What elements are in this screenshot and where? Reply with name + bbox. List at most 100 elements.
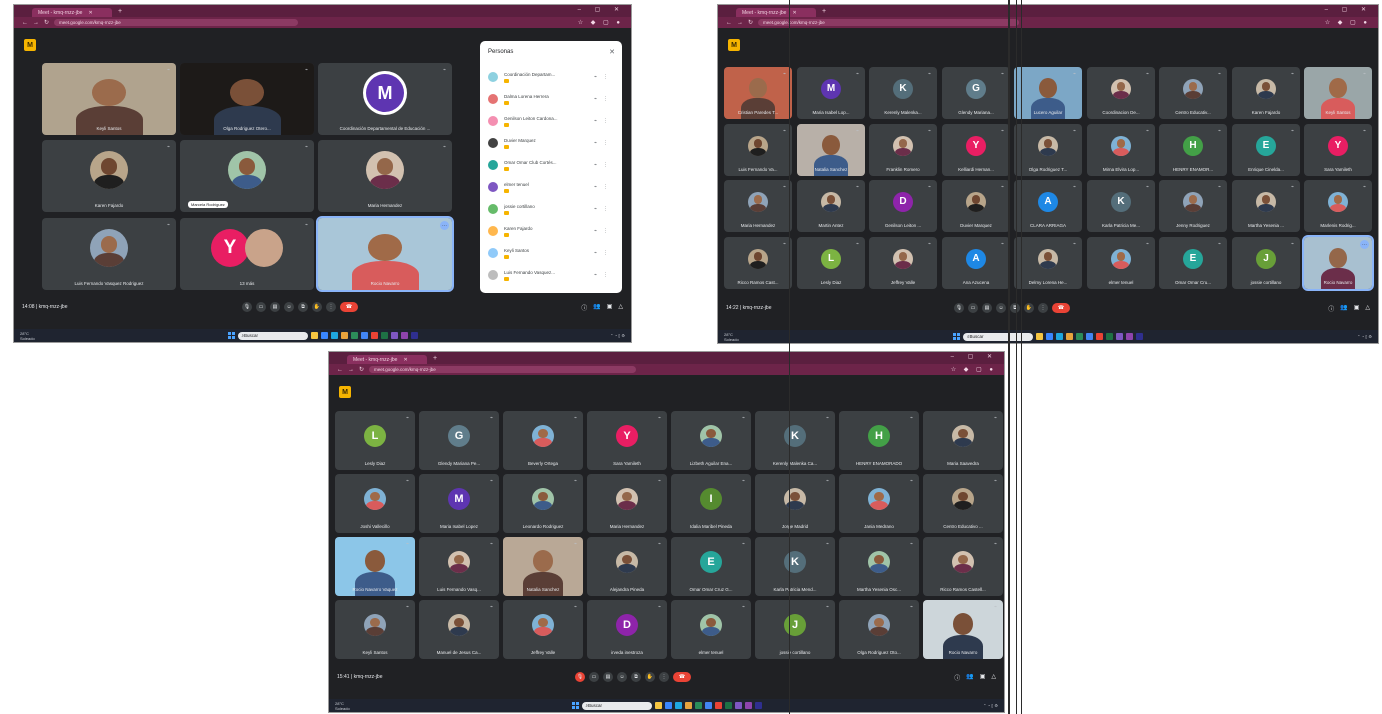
participant-tile[interactable]: ⌁ Maria Hernandez	[724, 180, 792, 232]
new-tab-button[interactable]: +	[822, 8, 826, 15]
file-explorer-icon[interactable]	[1036, 333, 1043, 340]
extension-icons[interactable]: ☆ ◆ ▢ ●	[951, 366, 996, 373]
new-tab-button[interactable]: +	[433, 355, 437, 362]
system-tray[interactable]: ⌃ ◔ ▯ ⚙	[1357, 334, 1372, 339]
chrome-icon[interactable]	[704, 702, 712, 709]
people-icon[interactable]: 👥	[966, 673, 973, 682]
participant-tile[interactable]: ⌁ Maria Hernandez	[587, 474, 667, 533]
person-actions-icon[interactable]: ⌁⋮	[594, 272, 614, 278]
chat-icon[interactable]: ▣	[1354, 304, 1360, 313]
emoji-icon[interactable]: ☺	[617, 672, 627, 682]
participant-tile[interactable]: ⌁ Jeffrey Valle	[503, 600, 583, 659]
more-options-icon[interactable]: ⋯	[1360, 240, 1369, 249]
person-list-item[interactable]: Coordinación Departam... ⌁⋮	[488, 67, 614, 87]
person-list-item[interactable]: elmer tenuel ⌁⋮	[488, 177, 614, 197]
captions-icon[interactable]: ▤	[270, 302, 280, 312]
person-actions-icon[interactable]: ⌁⋮	[594, 228, 614, 234]
file-explorer-icon[interactable]	[310, 332, 318, 339]
participant-tile[interactable]: ⌁ Martha Yesenia ...	[1232, 180, 1300, 232]
leave-call-button[interactable]: ☎	[673, 672, 691, 682]
person-list-item[interactable]: Karen Fajardo ⌁⋮	[488, 221, 614, 241]
participant-tile[interactable]: ⌁ Martin Antez	[797, 180, 865, 232]
more-options-icon[interactable]: ⋮	[326, 302, 336, 312]
person-list-item[interactable]: jossie cortillano ⌁⋮	[488, 199, 614, 219]
participant-tile[interactable]: ⌁ Delmy Lorena He...	[1014, 237, 1082, 289]
reload-icon[interactable]: ↻	[748, 19, 753, 26]
weather-widget[interactable]: 28°C Soleado	[724, 332, 739, 342]
person-actions-icon[interactable]: ⌁⋮	[594, 184, 614, 190]
participant-tile[interactable]: ⌁ Rocio Navarro Vaquez	[335, 537, 415, 596]
participant-tile[interactable]: ⌁ Manuel de Jesus Ca...	[419, 600, 499, 659]
browser-tab[interactable]: Meet - kmq-rnzz-jbe ✕	[347, 355, 427, 364]
windows-start-icon[interactable]	[953, 333, 960, 340]
raise-hand-icon[interactable]: ✋	[645, 672, 655, 682]
participant-tile[interactable]: E ⌁ Omar Omar Cruz G...	[671, 537, 751, 596]
participant-tile[interactable]: ⌁Rocio Navarro⋯	[1302, 235, 1374, 291]
person-actions-icon[interactable]: ⌁⋮	[594, 162, 614, 168]
participant-tile[interactable]: K ⌁ Karla Patricia Me...	[1087, 180, 1155, 232]
new-tab-button[interactable]: +	[118, 8, 122, 15]
participant-tile[interactable]: ⌁ Coordinacion De...	[1087, 67, 1155, 119]
folder-icon[interactable]	[684, 702, 692, 709]
extension-icons[interactable]: ☆ ◆ ▢ ●	[578, 19, 623, 26]
window-controls[interactable]: – ▢ ✕	[951, 353, 998, 360]
store-icon[interactable]	[330, 332, 338, 339]
person-actions-icon[interactable]: ⌁⋮	[594, 250, 614, 256]
info-icon[interactable]: ⓘ	[954, 673, 960, 682]
folder-icon[interactable]	[1066, 333, 1073, 340]
leave-call-button[interactable]: ☎	[1052, 303, 1070, 313]
url-field[interactable]: meet.google.com/kmq-rnzz-jbe	[369, 366, 636, 373]
mail-icon[interactable]	[694, 702, 702, 709]
participant-tile[interactable]: ⌁ Beverly Ortega	[503, 411, 583, 470]
person-actions-icon[interactable]: ⌁⋮	[594, 96, 614, 102]
edge-icon[interactable]	[664, 702, 672, 709]
participant-tile[interactable]: ⌁ Karen Fajardo	[1232, 67, 1300, 119]
participant-tile[interactable]: Y ⌁ 13 más	[180, 218, 314, 290]
camera-icon[interactable]: ▭	[256, 302, 266, 312]
participant-tile[interactable]: ⌁ Luis Fernando Vasq...	[419, 537, 499, 596]
mic-icon[interactable]: 🎙	[954, 303, 964, 313]
present-icon[interactable]: ⧉	[631, 672, 641, 682]
person-actions-icon[interactable]: ⌁⋮	[594, 74, 614, 80]
participant-tile[interactable]: D ⌁ irveda inestroza	[587, 600, 667, 659]
activities-icon[interactable]: △	[991, 673, 996, 682]
weather-widget[interactable]: 28°C Soleado	[335, 701, 350, 711]
raise-hand-icon[interactable]: ✋	[312, 302, 322, 312]
participant-tile[interactable]: ⌁ Lizbeth Aguilar Ena...	[671, 411, 751, 470]
participant-tile[interactable]: ⌁ Natalia Sanchez	[503, 537, 583, 596]
tab-close-icon[interactable]: ✕	[792, 10, 796, 16]
app-icon[interactable]	[410, 332, 418, 339]
people-icon[interactable]: 👥	[593, 303, 600, 312]
captions-icon[interactable]: ▤	[603, 672, 613, 682]
participant-tile[interactable]: ⌁ Franklin Romero	[869, 124, 937, 176]
participant-tile[interactable]: ⌁ Rocio Navarro	[923, 600, 1003, 659]
reload-icon[interactable]: ↻	[44, 19, 49, 26]
chrome-icon[interactable]	[1086, 333, 1093, 340]
teams-icon[interactable]	[734, 702, 742, 709]
chat-icon[interactable]: ▣	[607, 303, 613, 312]
forward-icon[interactable]: →	[348, 367, 354, 373]
taskbar-search[interactable]: ⌕ Buscar	[963, 332, 1033, 341]
participant-tile[interactable]: ⌁ Centro Educativo ...	[923, 474, 1003, 533]
teams-icon[interactable]	[1116, 333, 1123, 340]
participant-tile[interactable]: ⌁ elmer tenuel	[671, 600, 751, 659]
browser-tab[interactable]: Meet - kmq-rnzz-jbe ✕	[736, 8, 816, 17]
participant-tile[interactable]: ⌁ Jorge Madrid	[755, 474, 835, 533]
store-icon[interactable]	[674, 702, 682, 709]
participant-tile[interactable]: D ⌁ Genilson Leiton ...	[869, 180, 937, 232]
participant-tile[interactable]: ⌁ Olga Rodriguez T...	[1014, 124, 1082, 176]
url-field[interactable]: meet.google.com/kmq-rnzz-jbe	[758, 19, 1019, 26]
participant-tile[interactable]: ⌁ Marlenis Rodrig...	[1304, 180, 1372, 232]
participant-tile[interactable]: ⌁ Martha Yesenia Osc...	[839, 537, 919, 596]
person-actions-icon[interactable]: ⌁⋮	[594, 118, 614, 124]
participant-tile[interactable]: ⌁ Karen Fajardo	[42, 140, 176, 212]
forward-icon[interactable]: →	[737, 20, 743, 26]
info-icon[interactable]: ⓘ	[1328, 304, 1334, 313]
participant-tile[interactable]: ⌁ Maria Saavedra	[923, 411, 1003, 470]
window-controls[interactable]: – ▢ ✕	[1325, 6, 1372, 13]
participant-tile[interactable]: J ⌁ jossie cortillano	[755, 600, 835, 659]
participant-tile[interactable]: ⌁ Leonardo Rodriguez	[503, 474, 583, 533]
taskbar-search[interactable]: ⌕ Buscar	[237, 331, 308, 340]
window-controls[interactable]: – ▢ ✕	[578, 6, 625, 13]
back-icon[interactable]: ←	[726, 20, 732, 26]
